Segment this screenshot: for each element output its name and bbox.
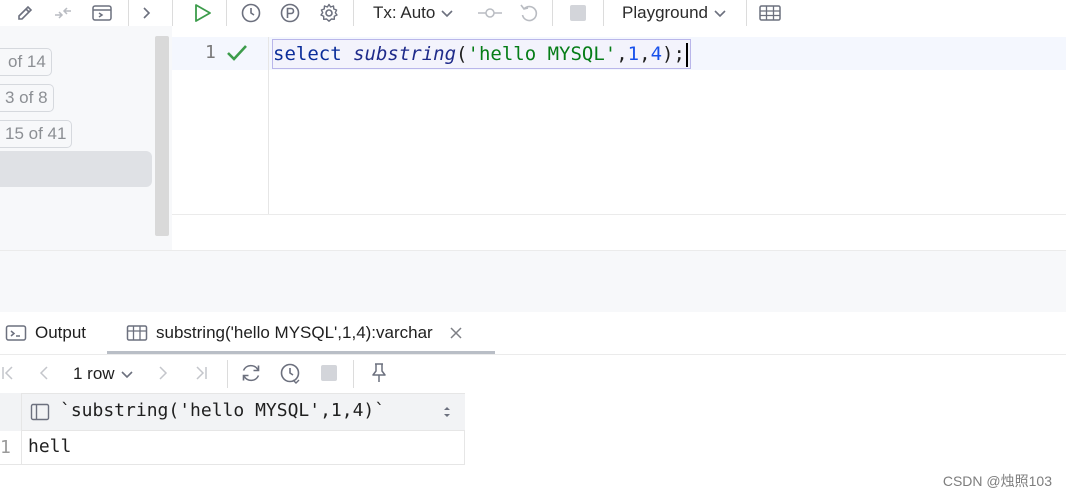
toolbar-separator (128, 0, 129, 26)
watermark: CSDN @烛照103 (942, 473, 1052, 489)
explain-plan-icon[interactable] (277, 0, 303, 26)
history-icon[interactable] (277, 360, 303, 386)
occurrence-counter: 3 of 8 (0, 84, 54, 112)
toolbar-separator (226, 0, 227, 26)
next-page-icon[interactable] (150, 360, 176, 386)
console-icon[interactable] (89, 0, 115, 26)
column-header[interactable]: `substring('hello MYSQL',1,4)` (60, 400, 385, 421)
run-icon[interactable] (189, 0, 215, 26)
pin-icon[interactable] (366, 360, 392, 386)
sql-number: 1 (627, 43, 640, 65)
settings-icon[interactable] (316, 0, 342, 26)
occurrence-counter: 15 of 41 (0, 120, 73, 148)
console-icon (5, 325, 27, 341)
sql-punctuation: ; (673, 43, 685, 65)
scrollbar[interactable] (155, 36, 169, 236)
row-number: 1 (0, 431, 22, 465)
line-number: 1 (205, 42, 216, 63)
sql-punctuation: ) (662, 43, 674, 65)
toolbar-separator (603, 0, 604, 26)
toolbar-separator (353, 360, 354, 388)
sort-icon[interactable] (442, 405, 452, 424)
tabs-divider (0, 354, 1066, 355)
panel-gap (0, 250, 1066, 312)
last-page-icon[interactable] (188, 360, 214, 386)
previous-page-icon[interactable] (31, 360, 57, 386)
gutter-divider (268, 37, 269, 214)
grid-rownum-header (0, 393, 22, 431)
compare-icon[interactable] (50, 0, 76, 26)
transaction-mode-dropdown[interactable]: Tx: Auto (373, 2, 453, 24)
selected-item[interactable] (0, 151, 152, 187)
row-count-label: 1 row (73, 364, 115, 383)
editor-bottom-border (172, 214, 1066, 215)
toolbar-separator (172, 0, 173, 26)
tab-output-label: Output (35, 323, 87, 342)
tab-result-label: substring('hello MYSQL',1,4):varchar (156, 323, 433, 342)
session-dropdown[interactable]: Playground (622, 2, 726, 24)
sql-function: substring (353, 43, 457, 65)
sql-punctuation: , (639, 43, 651, 65)
sql-number: 4 (650, 43, 663, 65)
main-toolbar: Tx: Auto Playground (0, 0, 1066, 26)
toolbar-separator (353, 0, 354, 26)
table-view-icon[interactable] (757, 0, 783, 26)
history-icon[interactable] (238, 0, 264, 26)
toolbar-separator (552, 0, 553, 26)
edit-icon[interactable] (12, 0, 38, 26)
sql-punctuation: , (616, 43, 628, 65)
table-cell[interactable]: hell (28, 436, 71, 457)
refresh-icon[interactable] (238, 360, 264, 386)
check-icon (226, 43, 248, 68)
row-count-dropdown[interactable]: 1 row (73, 364, 133, 384)
sql-statement[interactable]: select substring('hello MYSQL',1,4); (273, 41, 688, 67)
occurrence-counter: of 14 (0, 48, 52, 76)
toolbar-separator (746, 0, 747, 26)
first-page-icon[interactable] (0, 360, 21, 386)
table-icon (126, 325, 148, 341)
toolbar-separator (227, 360, 228, 388)
chevron-down-icon (714, 9, 726, 17)
sql-editor[interactable]: 1 select substring('hello MYSQL',1,4); (172, 37, 1066, 214)
chevron-right-icon[interactable] (133, 0, 159, 26)
tab-result[interactable]: substring('hello MYSQL',1,4):varchar (126, 312, 463, 354)
sql-punctuation: ( (456, 43, 468, 65)
stop-icon[interactable] (316, 360, 342, 386)
text-caret (685, 42, 688, 67)
session-label: Playground (622, 3, 709, 22)
tab-output[interactable]: Output (5, 312, 86, 354)
chevron-down-icon (441, 9, 453, 17)
services-panel: Output substring('hello MYSQL',1,4):varc… (0, 312, 1066, 497)
stop-icon[interactable] (565, 0, 591, 26)
commit-icon[interactable] (477, 0, 503, 26)
left-navigation-panel: of 14 3 of 8 15 of 41 (0, 26, 172, 250)
rollback-icon[interactable] (516, 0, 542, 26)
transaction-mode-label: Tx: Auto (373, 3, 436, 22)
close-icon[interactable] (449, 326, 463, 340)
sql-string: 'hello MYSQL' (467, 43, 617, 65)
chevron-down-icon (121, 370, 133, 378)
column-icon (30, 403, 50, 426)
sql-keyword: select (273, 43, 342, 65)
